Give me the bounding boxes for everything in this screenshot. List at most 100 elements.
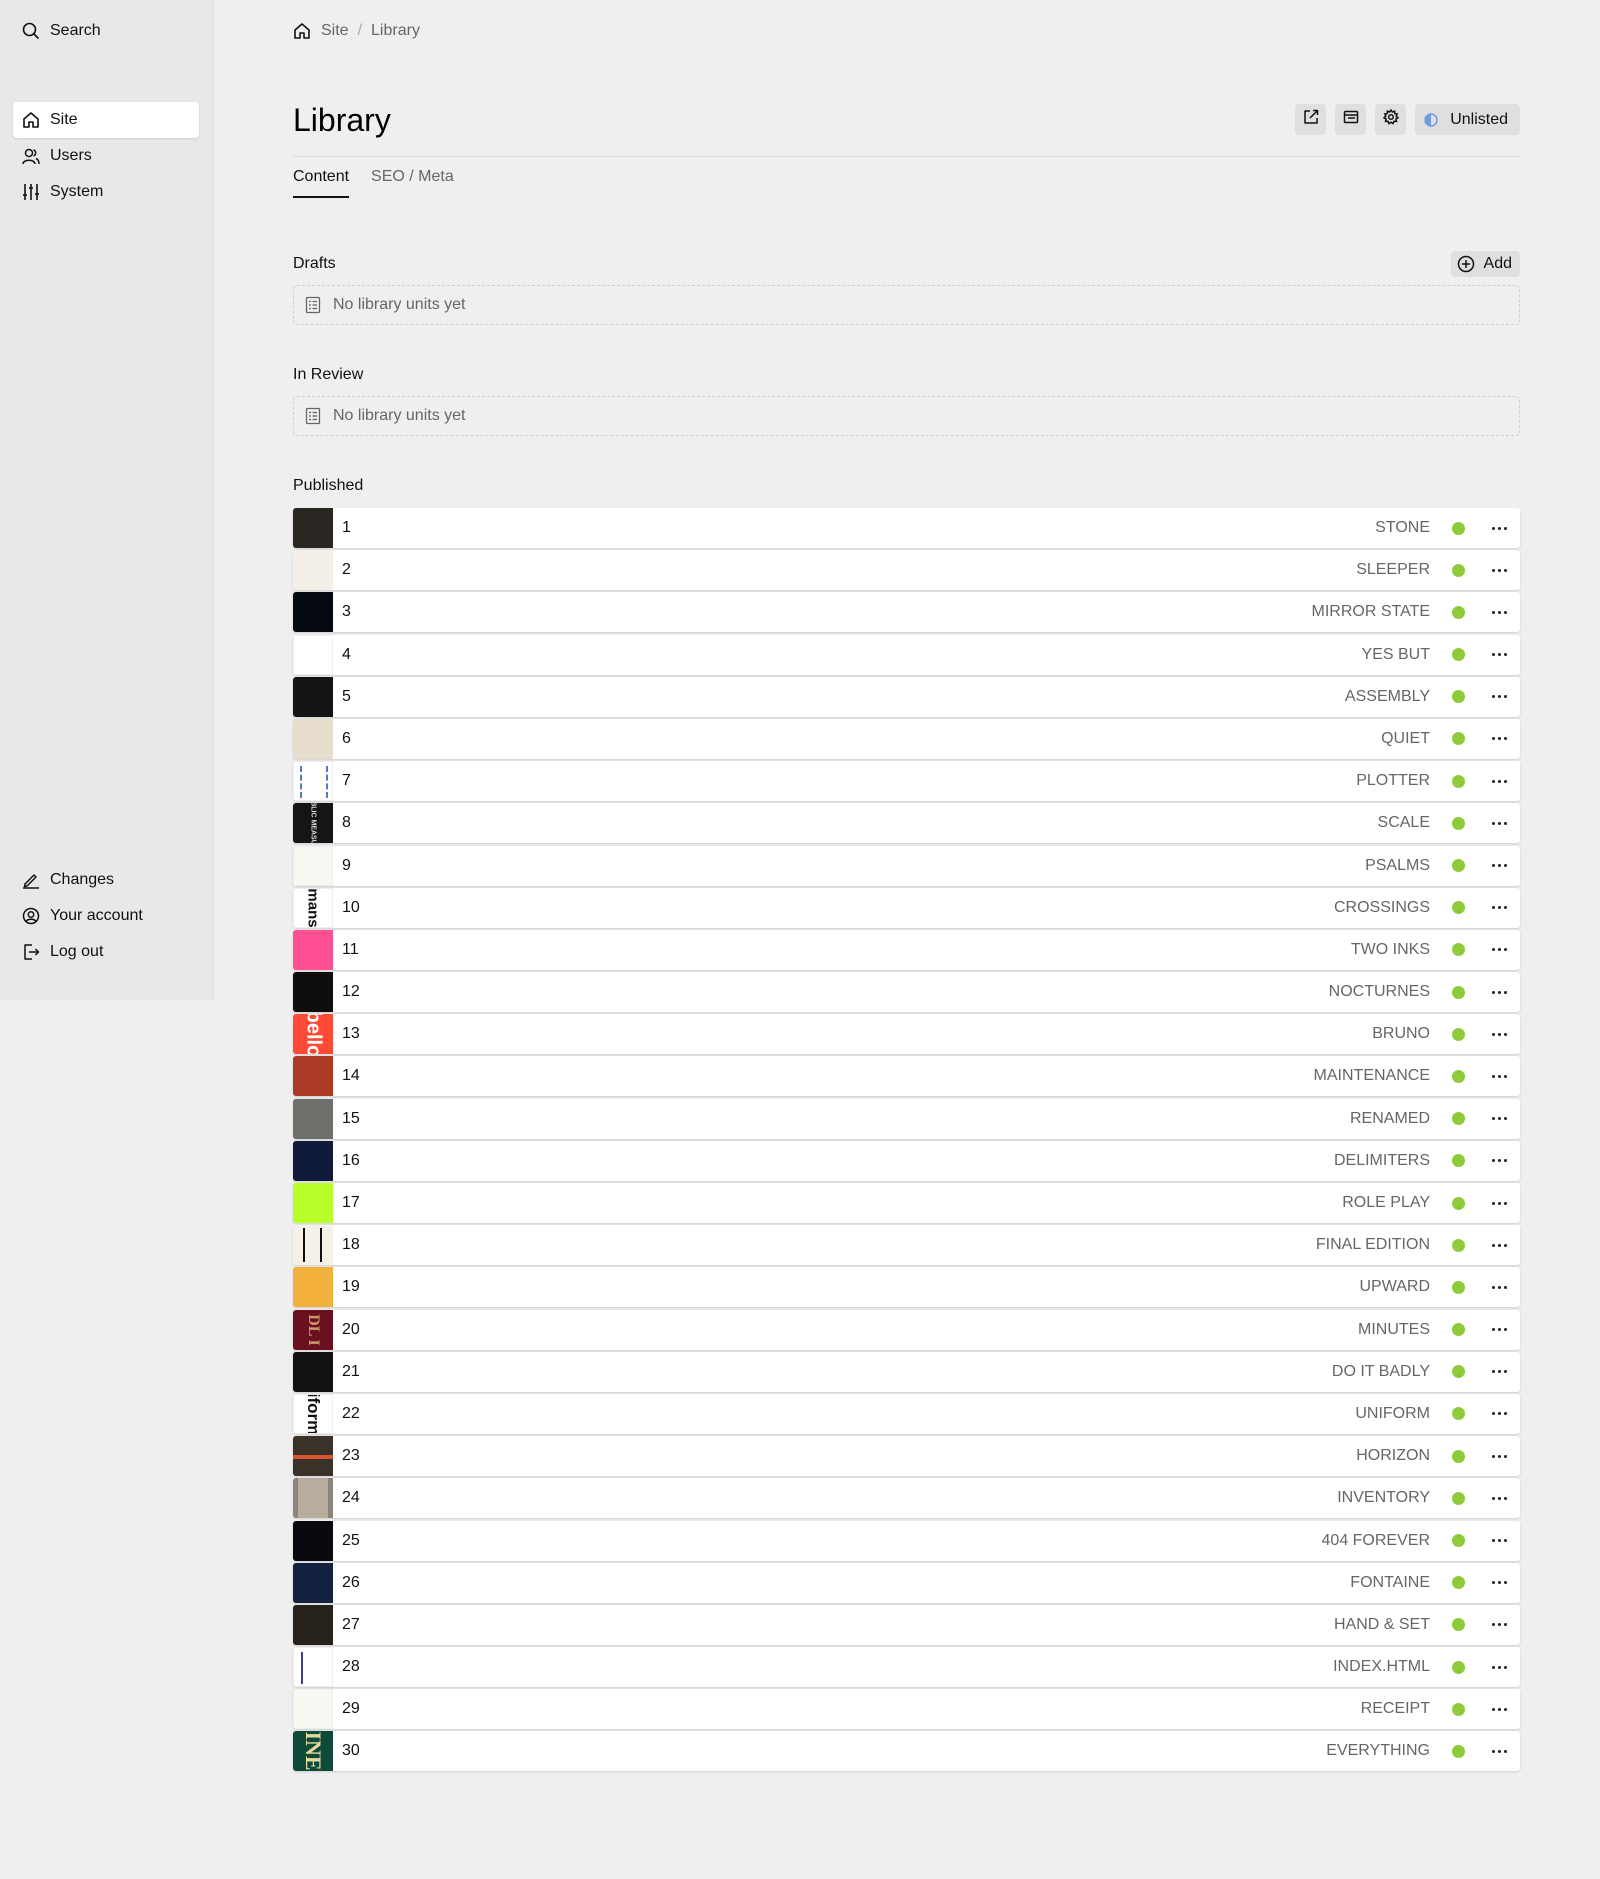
more-options-icon[interactable] xyxy=(1487,1064,1511,1088)
status-published-dot[interactable] xyxy=(1452,605,1465,619)
home-icon[interactable] xyxy=(293,22,311,40)
list-item[interactable]: 29 RECEIPT xyxy=(293,1689,1520,1730)
status-published-dot[interactable] xyxy=(1452,901,1465,915)
list-item[interactable]: 7 PLOTTER xyxy=(293,761,1520,802)
list-item[interactable]: 2 SLEEPER xyxy=(293,550,1520,591)
status-published-dot[interactable] xyxy=(1452,1702,1465,1716)
tab-seo-meta[interactable]: SEO / Meta xyxy=(371,167,454,198)
more-options-icon[interactable] xyxy=(1487,1022,1511,1046)
status-published-dot[interactable] xyxy=(1452,1323,1465,1337)
list-item[interactable]: 23 HORIZON xyxy=(293,1436,1520,1477)
more-options-icon[interactable] xyxy=(1487,1107,1511,1131)
status-published-dot[interactable] xyxy=(1452,1154,1465,1168)
sidebar-item-system[interactable]: System xyxy=(13,174,199,210)
more-options-icon[interactable] xyxy=(1487,938,1511,962)
more-options-icon[interactable] xyxy=(1487,769,1511,793)
status-published-dot[interactable] xyxy=(1452,943,1465,957)
more-options-icon[interactable] xyxy=(1487,1571,1511,1595)
more-options-icon[interactable] xyxy=(1487,896,1511,920)
status-published-dot[interactable] xyxy=(1452,690,1465,704)
more-options-icon[interactable] xyxy=(1487,1360,1511,1384)
status-published-dot[interactable] xyxy=(1452,1196,1465,1210)
breadcrumb-site-link[interactable]: Site xyxy=(321,22,349,40)
list-item[interactable]: 18 FINAL EDITION xyxy=(293,1225,1520,1266)
more-options-icon[interactable] xyxy=(1487,1402,1511,1426)
status-published-dot[interactable] xyxy=(1452,1491,1465,1505)
list-item[interactable]: 15 RENAMED xyxy=(293,1098,1520,1139)
status-published-dot[interactable] xyxy=(1452,563,1465,577)
more-options-icon[interactable] xyxy=(1487,1444,1511,1468)
more-options-icon[interactable] xyxy=(1487,1149,1511,1173)
more-options-icon[interactable] xyxy=(1487,1697,1511,1721)
status-published-dot[interactable] xyxy=(1452,1660,1465,1674)
status-button[interactable]: Unlisted xyxy=(1415,104,1520,135)
list-item[interactable]: 16 DELIMITERS xyxy=(293,1140,1520,1181)
list-item[interactable]: 27 HAND & SET xyxy=(293,1604,1520,1645)
list-item[interactable]: 19 UPWARD xyxy=(293,1267,1520,1308)
list-item[interactable]: 14 MAINTENANCE xyxy=(293,1056,1520,1097)
more-options-icon[interactable] xyxy=(1487,980,1511,1004)
list-item[interactable]: 4 YES BUT xyxy=(293,634,1520,675)
status-published-dot[interactable] xyxy=(1452,1744,1465,1758)
settings-button[interactable] xyxy=(1375,104,1407,135)
list-item[interactable]: mans 10 CROSSINGS xyxy=(293,887,1520,928)
status-published-dot[interactable] xyxy=(1452,1069,1465,1083)
sidebar-item-changes[interactable]: Changes xyxy=(13,862,199,898)
list-item[interactable]: 1 STONE xyxy=(293,508,1520,548)
status-published-dot[interactable] xyxy=(1452,1027,1465,1041)
status-published-dot[interactable] xyxy=(1452,985,1465,999)
more-options-icon[interactable] xyxy=(1487,516,1511,540)
list-item[interactable]: 25 404 FOREVER xyxy=(293,1520,1520,1561)
more-options-icon[interactable] xyxy=(1487,1486,1511,1510)
more-options-icon[interactable] xyxy=(1487,1233,1511,1257)
list-item[interactable]: 26 FONTAINE xyxy=(293,1562,1520,1603)
more-options-icon[interactable] xyxy=(1487,854,1511,878)
list-item[interactable]: bello 13 BRUNO xyxy=(293,1014,1520,1055)
list-item[interactable]: 9 PSALMS xyxy=(293,845,1520,886)
status-published-dot[interactable] xyxy=(1452,648,1465,662)
status-published-dot[interactable] xyxy=(1452,732,1465,746)
more-options-icon[interactable] xyxy=(1487,727,1511,751)
more-options-icon[interactable] xyxy=(1487,1613,1511,1637)
sidebar-item-account[interactable]: Your account xyxy=(13,898,199,934)
status-published-dot[interactable] xyxy=(1452,816,1465,830)
list-item[interactable]: 12 NOCTURNES xyxy=(293,972,1520,1013)
more-options-icon[interactable] xyxy=(1487,685,1511,709)
more-options-icon[interactable] xyxy=(1487,558,1511,582)
add-draft-button[interactable]: Add xyxy=(1450,251,1520,277)
list-item[interactable]: INE 30 EVERYTHING xyxy=(293,1731,1520,1772)
status-published-dot[interactable] xyxy=(1452,1576,1465,1590)
template-button[interactable] xyxy=(1335,104,1367,135)
list-item[interactable]: iform 22 UNIFORM xyxy=(293,1393,1520,1434)
list-item[interactable]: 28 INDEX.HTML xyxy=(293,1647,1520,1688)
status-published-dot[interactable] xyxy=(1452,859,1465,872)
more-options-icon[interactable] xyxy=(1487,1655,1511,1679)
list-item[interactable]: DL I 20 MINUTES xyxy=(293,1309,1520,1350)
sidebar-item-users[interactable]: Users xyxy=(13,138,199,174)
status-published-dot[interactable] xyxy=(1452,1618,1465,1632)
list-item[interactable]: 17 ROLE PLAY xyxy=(293,1183,1520,1223)
list-item[interactable]: 24 INVENTORY xyxy=(293,1478,1520,1519)
list-item[interactable]: 5 ASSEMBLY xyxy=(293,676,1520,717)
open-preview-button[interactable] xyxy=(1295,104,1327,135)
sidebar-search-button[interactable]: Search xyxy=(13,13,199,49)
status-published-dot[interactable] xyxy=(1452,1280,1465,1294)
sidebar-item-logout[interactable]: Log out xyxy=(13,934,199,970)
list-item[interactable]: 21 DO IT BADLY xyxy=(293,1351,1520,1392)
status-published-dot[interactable] xyxy=(1452,1112,1465,1126)
more-options-icon[interactable] xyxy=(1487,600,1511,624)
list-item[interactable]: 3 MIRROR STATE xyxy=(293,592,1520,633)
status-published-dot[interactable] xyxy=(1452,1534,1465,1547)
status-published-dot[interactable] xyxy=(1452,1238,1465,1252)
more-options-icon[interactable] xyxy=(1487,1529,1511,1553)
status-published-dot[interactable] xyxy=(1452,1365,1465,1379)
list-item[interactable]: 11 TWO INKS xyxy=(293,929,1520,970)
list-item[interactable]: 6 QUIET xyxy=(293,718,1520,759)
more-options-icon[interactable] xyxy=(1487,1318,1511,1342)
status-published-dot[interactable] xyxy=(1452,774,1465,788)
more-options-icon[interactable] xyxy=(1487,643,1511,667)
status-published-dot[interactable] xyxy=(1452,1449,1465,1463)
more-options-icon[interactable] xyxy=(1487,1739,1511,1763)
breadcrumb-library-link[interactable]: Library xyxy=(371,22,420,40)
sidebar-item-site[interactable]: Site xyxy=(13,102,199,138)
